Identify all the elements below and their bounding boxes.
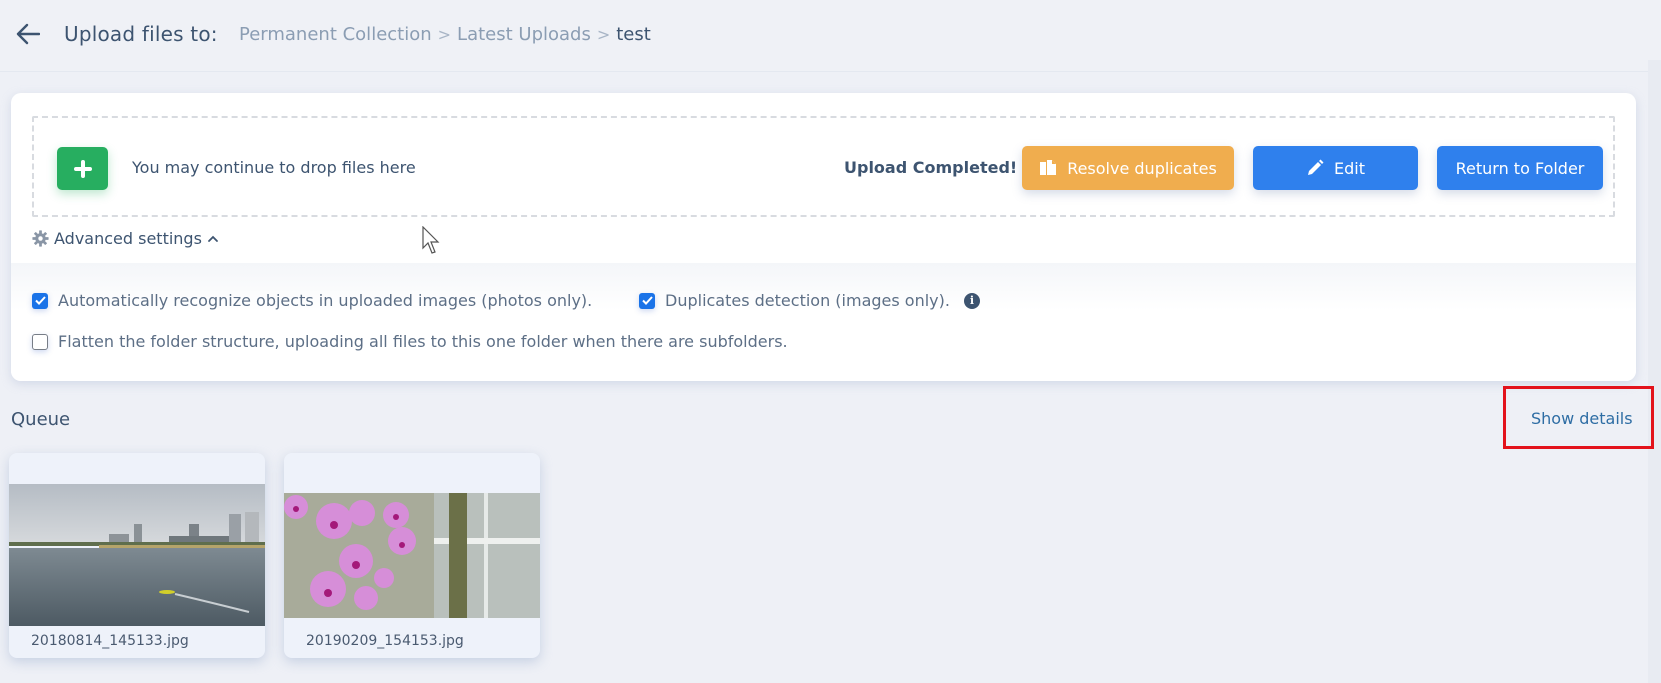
queue-item-filename: 20180814_145133.jpg — [31, 633, 189, 649]
breadcrumb: Permanent Collection > Latest Uploads > … — [239, 24, 651, 45]
resolve-duplicates-button[interactable]: Resolve duplicates — [1022, 146, 1234, 190]
thumbnail-image — [284, 493, 540, 618]
page-title: Upload files to: — [64, 22, 218, 46]
option-duplicates-detection[interactable]: Duplicates detection (images only). i — [639, 291, 980, 310]
checkbox-recognize-objects[interactable] — [32, 292, 48, 309]
upload-card: You may continue to drop files here Uplo… — [11, 93, 1636, 381]
drop-hint-text: You may continue to drop files here — [132, 158, 416, 177]
advanced-settings-toggle[interactable]: Advanced settings — [32, 229, 219, 248]
scrollbar-track[interactable] — [1648, 60, 1661, 683]
checkmark-icon — [34, 296, 46, 305]
queue-item[interactable]: 20190209_154153.jpg — [284, 453, 540, 658]
breadcrumb-item-latest-uploads[interactable]: Latest Uploads — [457, 24, 591, 45]
checkbox-duplicates-detection[interactable] — [639, 292, 655, 309]
checkbox-flatten-folders[interactable] — [32, 333, 48, 350]
option-label: Automatically recognize objects in uploa… — [58, 291, 593, 310]
add-files-button[interactable] — [57, 147, 108, 190]
chevron-up-icon — [208, 235, 218, 242]
queue-item[interactable]: 20180814_145133.jpg — [9, 453, 265, 658]
plus-icon — [73, 159, 92, 178]
top-bar: Upload files to: Permanent Collection > … — [0, 0, 1661, 72]
breadcrumb-separator: > — [437, 25, 452, 44]
return-to-folder-label: Return to Folder — [1455, 158, 1585, 178]
resolve-duplicates-label: Resolve duplicates — [1067, 158, 1217, 178]
arrow-left-icon — [16, 23, 40, 45]
breadcrumb-separator: > — [596, 25, 611, 44]
edit-label: Edit — [1334, 158, 1365, 178]
show-details-link[interactable]: Show details — [1531, 409, 1633, 428]
queue-heading: Queue — [11, 409, 71, 430]
option-recognize-objects[interactable]: Automatically recognize objects in uploa… — [32, 291, 592, 310]
option-flatten-folders[interactable]: Flatten the folder structure, uploading … — [32, 332, 788, 351]
pencil-icon — [1308, 159, 1324, 175]
edit-button[interactable]: Edit — [1253, 146, 1418, 190]
drop-zone[interactable]: You may continue to drop files here Uplo… — [32, 116, 1615, 217]
back-button[interactable] — [14, 20, 42, 48]
checkmark-icon — [641, 296, 653, 305]
option-label: Flatten the folder structure, uploading … — [58, 332, 788, 351]
info-circle-icon[interactable]: i — [963, 292, 980, 309]
upload-status: Upload Completed! — [844, 158, 1018, 177]
thumbnail-image — [9, 484, 265, 626]
queue-item-filename: 20190209_154153.jpg — [306, 633, 464, 649]
gear-icon — [32, 230, 49, 247]
copy-files-icon — [1040, 160, 1057, 175]
advanced-settings-panel: Automatically recognize objects in uploa… — [11, 263, 1636, 381]
breadcrumb-item-current: test — [616, 24, 651, 45]
breadcrumb-item-permanent-collection[interactable]: Permanent Collection — [239, 24, 432, 45]
option-label: Duplicates detection (images only). — [665, 291, 950, 310]
return-to-folder-button[interactable]: Return to Folder — [1437, 146, 1603, 190]
advanced-settings-label: Advanced settings — [54, 229, 202, 248]
